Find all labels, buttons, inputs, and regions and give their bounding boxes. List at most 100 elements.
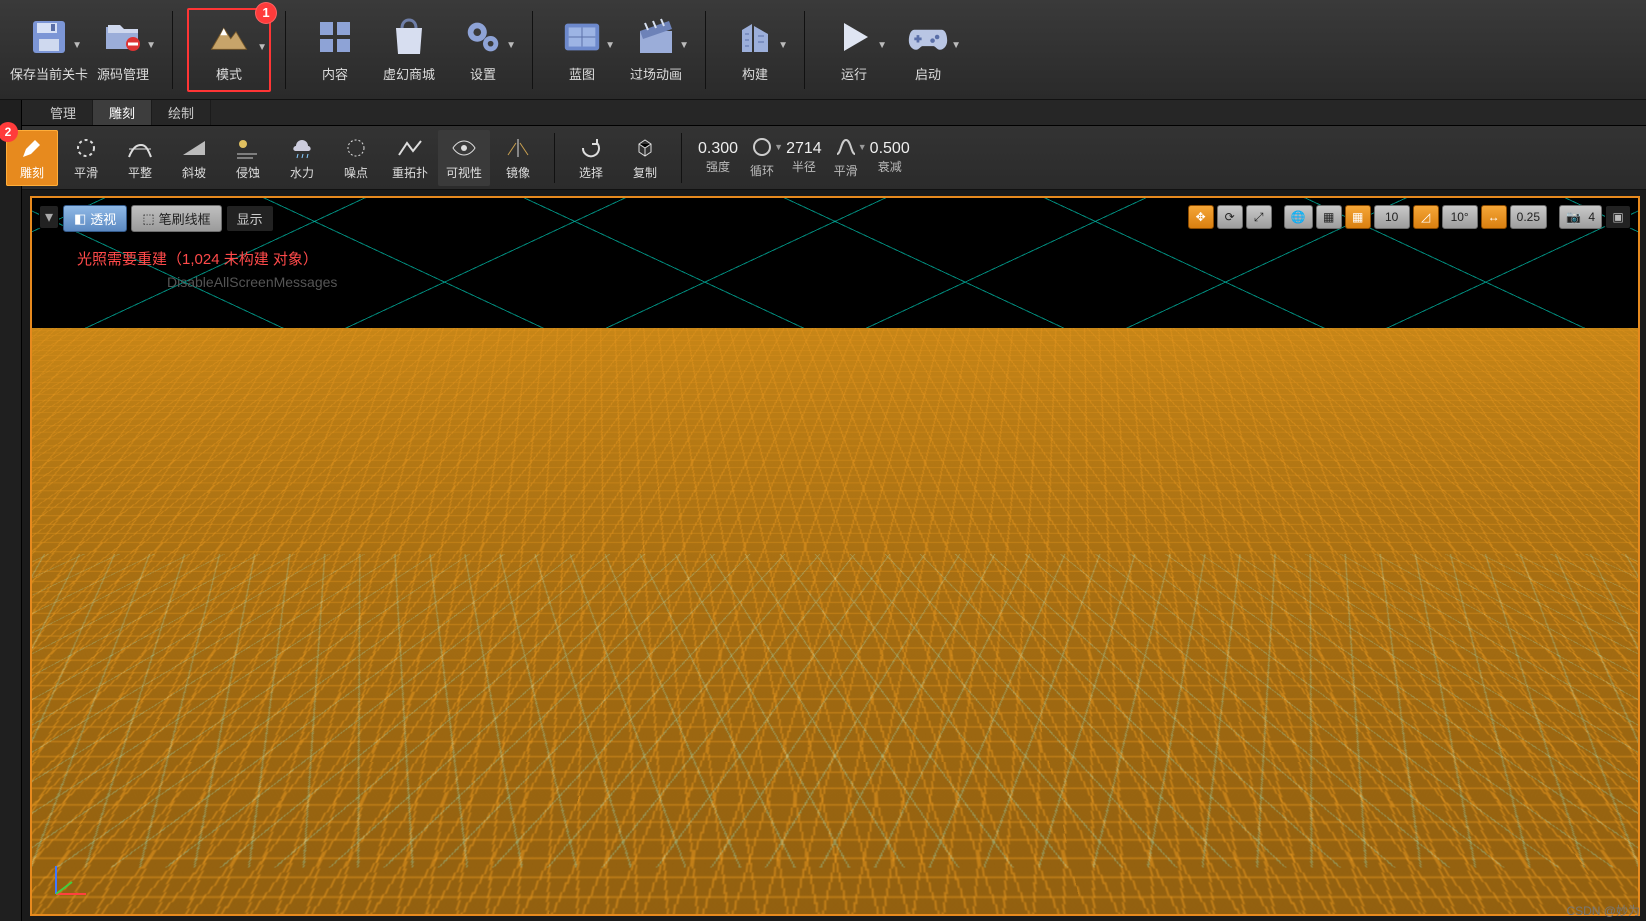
scale-icon: ⤢ [1254, 210, 1264, 225]
tool-hydro-label: 水力 [290, 164, 314, 181]
save-level-button[interactable]: 保存当前关卡 ▼ [14, 8, 84, 92]
chevron-down-icon[interactable]: ▼ [679, 40, 689, 51]
mountain-icon [208, 16, 250, 58]
sun-wind-icon [235, 135, 261, 161]
angle-icon: ◿ [1421, 210, 1430, 224]
view-brushwire-label: 笔刷线框 [159, 209, 211, 228]
tool-erosion[interactable]: 侵蚀 [222, 130, 274, 186]
move-icon: ✥ [1196, 210, 1206, 224]
falloff-value[interactable]: 0.500 衰减 [864, 130, 916, 186]
shopping-bag-icon [388, 16, 430, 58]
angle-snap-value[interactable]: 10° [1442, 205, 1478, 229]
loop-control[interactable]: ▼ 循环 [746, 130, 778, 186]
strength-value[interactable]: 0.300 强度 [692, 130, 744, 186]
floppy-icon [28, 16, 70, 58]
transform-scale-button[interactable]: ⤢ [1246, 205, 1272, 229]
maximize-viewport-button[interactable]: ▣ [1605, 205, 1631, 229]
falloff-number: 0.500 [870, 140, 910, 158]
cinematic-button[interactable]: 过场动画 ▼ [621, 8, 691, 92]
gamepad-icon [907, 16, 949, 58]
build-label: 构建 [742, 64, 768, 83]
mode-subtabs: 管理 雕刻 绘制 [0, 100, 1646, 126]
chevron-down-icon[interactable]: ▼ [951, 40, 961, 51]
viewport-options-dropdown[interactable]: ▾ [39, 205, 59, 229]
tool-erosion-label: 侵蚀 [236, 164, 260, 181]
source-control-button[interactable]: 源码管理 ▼ [88, 8, 158, 92]
chevron-down-icon[interactable]: ▼ [877, 40, 887, 51]
settings-label: 设置 [470, 64, 496, 83]
tool-visibility[interactable]: 可视性 [438, 130, 490, 186]
chevron-down-icon[interactable]: ▼ [146, 40, 156, 51]
tool-sculpt-label: 雕刻 [20, 164, 44, 181]
scale-snap-value[interactable]: 0.25 [1510, 205, 1547, 229]
radius-value[interactable]: 2714 半径 [780, 130, 828, 186]
tab-sculpt[interactable]: 雕刻 [93, 100, 152, 125]
scale-snap-number: 0.25 [1517, 210, 1540, 224]
launch-button[interactable]: 启动 ▼ [893, 8, 963, 92]
tool-copy[interactable]: 复制 [619, 130, 671, 186]
transform-rotate-button[interactable]: ⟳ [1217, 205, 1243, 229]
tool-select-label: 选择 [579, 164, 603, 181]
noise-ring-icon [343, 135, 369, 161]
tool-smooth[interactable]: 平滑 [60, 130, 112, 186]
grid-snap-value[interactable]: 10 [1374, 205, 1410, 229]
chevron-down-icon[interactable]: ▼ [778, 40, 788, 51]
marketplace-button[interactable]: 虚幻商城 [374, 8, 444, 92]
callout-2: 2 [0, 122, 18, 142]
folders-forbid-icon [102, 16, 144, 58]
launch-label: 启动 [915, 64, 941, 83]
gears-icon [462, 16, 504, 58]
tool-sculpt[interactable]: 2 雕刻 [6, 130, 58, 186]
building-icon [734, 16, 776, 58]
tool-retopo[interactable]: 重拓扑 [384, 130, 436, 186]
scale-snap-toggle[interactable]: ↔ [1481, 205, 1507, 229]
mode-label: 模式 [216, 64, 242, 83]
separator [172, 11, 173, 89]
content-button[interactable]: 内容 [300, 8, 370, 92]
tool-ramp[interactable]: 斜坡 [168, 130, 220, 186]
source-control-label: 源码管理 [97, 64, 149, 83]
tool-select[interactable]: 选择 [565, 130, 617, 186]
view-show-label: 显示 [237, 209, 263, 228]
tool-hydro[interactable]: 水力 [276, 130, 328, 186]
play-button[interactable]: 运行 ▼ [819, 8, 889, 92]
tool-mirror[interactable]: 镜像 [492, 130, 544, 186]
surface-snap-button[interactable]: ▦ [1316, 205, 1342, 229]
rotate-icon: ⟳ [1225, 210, 1235, 224]
strength-number: 0.300 [698, 140, 738, 158]
camera-speed-icon: 📷 [1566, 210, 1581, 224]
falloff-curve-icon: ▼ [835, 136, 857, 158]
tool-flatten[interactable]: 平整 [114, 130, 166, 186]
build-button[interactable]: 构建 ▼ [720, 8, 790, 92]
radius-number: 2714 [786, 140, 822, 158]
radius-label: 半径 [792, 158, 816, 175]
tab-manage[interactable]: 管理 [34, 100, 93, 125]
lighting-rebuild-warning: 光照需要重建（1,024 未构建 对象） [77, 248, 318, 269]
tool-ramp-label: 斜坡 [182, 164, 206, 181]
blueprint-icon [561, 16, 603, 58]
coord-space-button[interactable]: 🌐 [1284, 205, 1313, 229]
transform-move-button[interactable]: ✥ [1188, 205, 1214, 229]
angle-snap-toggle[interactable]: ◿ [1413, 205, 1439, 229]
grid-snap-toggle[interactable]: ▦ [1345, 205, 1371, 229]
camera-speed-button[interactable]: 📷 4 [1559, 205, 1602, 229]
tool-noise[interactable]: 噪点 [330, 130, 382, 186]
grid-snap-number: 10 [1385, 210, 1398, 224]
view-brushwire-button[interactable]: ⬚ 笔刷线框 [131, 205, 221, 232]
chevron-down-icon[interactable]: ▼ [506, 40, 516, 51]
tab-paint[interactable]: 绘制 [152, 100, 211, 125]
settings-button[interactable]: 设置 ▼ [448, 8, 518, 92]
chevron-down-icon[interactable]: ▼ [72, 40, 82, 51]
view-perspective-button[interactable]: ◧ 透视 [63, 205, 127, 232]
smooth-curve-control[interactable]: ▼ 平滑 [830, 130, 862, 186]
blueprint-button[interactable]: 蓝图 ▼ [547, 8, 617, 92]
mode-button[interactable]: 模式 ▼ 1 [187, 8, 271, 92]
callout-1: 1 [255, 2, 277, 24]
viewport[interactable]: ▾ ◧ 透视 ⬚ 笔刷线框 显示 ✥ ⟳ ⤢ 🌐 ▦ ▦ 10 ◿ 10° ↔ … [30, 196, 1640, 916]
main-toolbar: 保存当前关卡 ▼ 源码管理 ▼ 模式 ▼ 1 内容 虚幻商城 设置 ▼ 蓝图 ▼… [0, 0, 1646, 100]
loop-icon: ▼ [751, 136, 773, 158]
content-label: 内容 [322, 64, 348, 83]
view-show-button[interactable]: 显示 [226, 205, 274, 232]
chevron-down-icon[interactable]: ▼ [257, 42, 267, 53]
chevron-down-icon[interactable]: ▼ [605, 40, 615, 51]
